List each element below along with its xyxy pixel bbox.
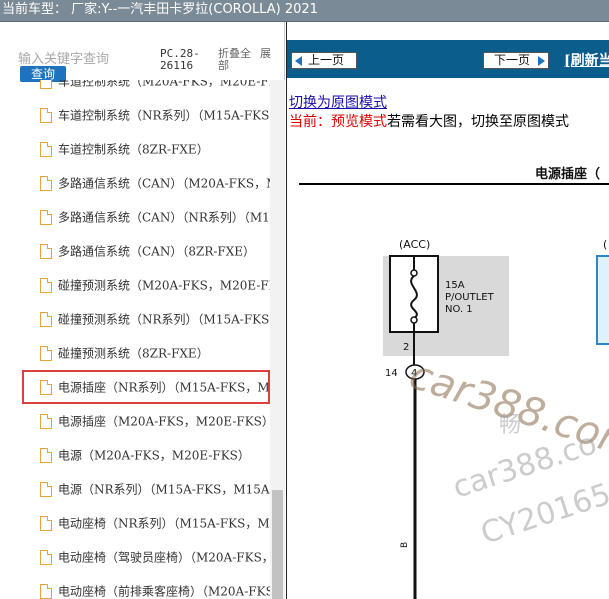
watermark-char: 畅 (499, 413, 521, 438)
document-icon (40, 80, 52, 89)
arrow-left-icon (295, 56, 302, 66)
tree-item[interactable]: 电源（M20A-FKS，M20E-FKS） (22, 438, 270, 472)
tree-item-label: 电动座椅（前排乘客座椅）（M20A-FKS） (58, 584, 270, 599)
tree-item-label: 车道控制系统（NR系列）（M15A-FKS，M15A-FXS） (58, 108, 270, 123)
next-page-button[interactable]: 下一页 (483, 52, 549, 69)
document-icon (40, 210, 52, 225)
scrollbar-thumb[interactable] (272, 490, 283, 599)
tree-item-label: 多路通信系统（CAN）（M20A-FKS，M20E-FKS） (58, 176, 270, 191)
tree-item[interactable]: 碰撞预测系统（M20A-FKS，M20E-FKS） (22, 268, 270, 302)
diagram-title: 电源插座（ (535, 166, 600, 182)
refresh-link[interactable]: [刷新当 (564, 50, 609, 70)
tree-item[interactable]: 车道控制系统（8ZR-FXE） (22, 132, 270, 166)
tree-item[interactable]: 多路通信系统（CAN）（M20A-FKS，M20E-FKS） (22, 166, 270, 200)
document-icon (40, 414, 52, 429)
tree-item-label: 电源插座（NR系列）（M15A-FKS，M15A-FXS） (58, 380, 270, 395)
wire-color-label: B (400, 542, 410, 548)
document-icon (40, 312, 52, 327)
prev-page-label: 上一页 (308, 53, 345, 67)
tree-item[interactable]: 电源（NR系列）（M15A-FKS，M15A-FXS） (22, 472, 270, 506)
switch-original-mode-link[interactable]: 切换为原图模式 (289, 92, 387, 112)
document-icon (40, 550, 52, 565)
tree-item[interactable]: 车道控制系统（NR系列）（M15A-FKS，M15A-FXS） (22, 98, 270, 132)
tree-item-partial[interactable]: 车道控制系统（M20A-FKS，M20E-FKS） (22, 80, 270, 98)
tree-item-label: 电源（M20A-FKS，M20E-FKS） (58, 448, 250, 463)
document-icon (40, 244, 52, 259)
fuse-rating: 15A (445, 280, 465, 291)
document-icon (40, 142, 52, 157)
mode-status: 当前：预览模式若需看大图，切换至原图模式 (289, 111, 569, 131)
expand-all-button[interactable]: 展 (260, 48, 272, 60)
document-icon (40, 482, 52, 497)
tree-item-label: 电动座椅（NR系列）（M15A-FKS，M15A-FXS） (58, 516, 270, 531)
document-icon (40, 176, 52, 191)
pin-number-top: 2 (403, 342, 409, 353)
arrow-right-icon (538, 56, 545, 66)
tree-item-label: 碰撞预测系统（NR系列）（M15A-FKS） (58, 312, 270, 327)
tree-item[interactable]: 多路通信系统（CAN）（8ZR-FXE） (22, 234, 270, 268)
collapse-all-button[interactable]: 折叠全部 (218, 48, 258, 72)
document-icon (40, 278, 52, 293)
tree-item-label: 车道控制系统（8ZR-FXE） (58, 142, 209, 157)
tree-item-label: 电源（NR系列）（M15A-FKS，M15A-FXS） (58, 482, 270, 497)
document-tree: 车道控制系统（M20A-FKS，M20E-FKS） 车道控制系统（NR系列）（M1… (0, 80, 270, 599)
tree-item-label: 电动座椅（驾驶员座椅）（M20A-FKS，M20E-FKS） (58, 550, 270, 565)
document-icon (40, 584, 52, 599)
wiring-diagram: 电源插座（ (ACC) 15A P/OUTLET NO. 1 2 14 4 B … (299, 166, 609, 599)
tree-item-selected[interactable]: 电源插座（NR系列）（M15A-FKS，M15A-FXS） (22, 370, 270, 404)
mode-current: 当前：预览模式 (289, 114, 387, 130)
tree-item[interactable]: 电源插座（M20A-FKS，M20E-FKS） (22, 404, 270, 438)
fuse-terminal-top (410, 269, 418, 277)
tree-item-label: 多路通信系统（CAN）（NR系列）（M15A-FKS） (58, 210, 270, 225)
fuse-name: P/OUTLET (445, 292, 495, 303)
adjacent-component (596, 255, 609, 345)
next-page-label: 下一页 (494, 53, 531, 67)
content-panel: 上一页 下一页 [刷新当 切换为原图模式 当前：预览模式若需看大图，切换至原图模… (286, 22, 609, 599)
tree-item[interactable]: 电动座椅（驾驶员座椅）（M20A-FKS，M20E-FKS） (22, 540, 270, 574)
tree-item-label: 多路通信系统（CAN）（8ZR-FXE） (58, 244, 256, 259)
adjacent-component-label: ( (603, 238, 607, 251)
pc-code: PC.28-26116 (160, 47, 200, 72)
tree-item-label: 碰撞预测系统（M20A-FKS，M20E-FKS） (58, 278, 270, 293)
acc-label: (ACC) (399, 238, 430, 251)
tree-item[interactable]: 电动座椅（NR系列）（M15A-FKS，M15A-FXS） (22, 506, 270, 540)
tree-item[interactable]: 电动座椅（前排乘客座椅）（M20A-FKS） (22, 574, 270, 599)
tree-item-label: 车道控制系统（M20A-FKS，M20E-FKS） (58, 80, 270, 89)
prev-page-button[interactable]: 上一页 (291, 52, 357, 69)
title-text: 当前车型： 厂家:Y--一汽丰田卡罗拉(COROLLA) 2021 (2, 2, 318, 17)
tree-item[interactable]: 碰撞预测系统（NR系列）（M15A-FKS） (22, 302, 270, 336)
fuse-terminal-bottom (410, 316, 418, 324)
title-bar: 当前车型： 厂家:Y--一汽丰田卡罗拉(COROLLA) 2021 (0, 0, 609, 22)
document-icon (40, 448, 52, 463)
pin-number-left: 14 (385, 368, 398, 379)
tree-item[interactable]: 多路通信系统（CAN）（NR系列）（M15A-FKS） (22, 200, 270, 234)
mode-hint: 若需看大图，切换至原图模式 (387, 114, 569, 130)
document-icon (40, 380, 52, 395)
document-icon (40, 108, 52, 123)
left-panel: 查询 PC.28-26116 折叠全部 展 车道控制系统（M20A-FKS，M2… (0, 22, 285, 599)
fuse-number: NO. 1 (445, 304, 473, 315)
tree-item-label: 碰撞预测系统（8ZR-FXE） (58, 346, 209, 361)
tree-scrollbar[interactable] (270, 80, 285, 599)
tree-item[interactable]: 碰撞预测系统（8ZR-FXE） (22, 336, 270, 370)
page-nav-bar: 上一页 下一页 [刷新当 (287, 40, 609, 78)
document-icon (40, 516, 52, 531)
document-icon (40, 346, 52, 361)
tree-item-label: 电源插座（M20A-FKS，M20E-FKS） (58, 414, 270, 429)
